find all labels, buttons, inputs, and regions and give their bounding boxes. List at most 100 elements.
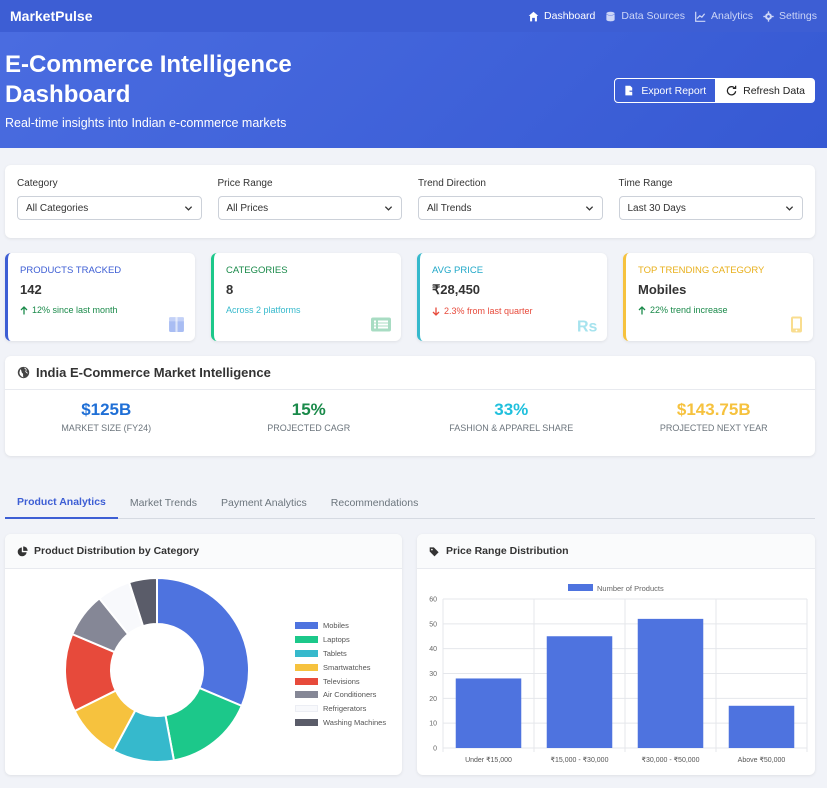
doughnut-slice-mobiles[interactable] [156,576,250,708]
y-tick-label: 40 [429,646,437,653]
legend-item[interactable]: Televisions [295,674,386,688]
price-range-select[interactable]: All Prices [217,196,402,220]
pie-chart-icon [17,545,28,556]
time-range-select[interactable]: Last 30 Days [618,196,803,220]
box-icon [169,317,184,332]
refresh-data-button[interactable]: Refresh Data [716,78,815,103]
legend-label: Refrigerators [323,704,367,714]
bar-chart: Number of Products 0 10 20 30 40 50 60 Under ₹15… [429,584,808,764]
metric-label: MARKET SIZE (FY24) [61,423,152,433]
chart-line-icon [695,11,706,22]
tab-product-analytics[interactable]: Product Analytics [5,486,118,519]
legend-label: Smartwatches [323,662,371,672]
globe-icon [17,366,30,379]
tab-payment-analytics[interactable]: Payment Analytics [209,486,319,519]
filter-label: Category [17,178,58,189]
select-value: All Categories [26,202,89,214]
metric-fashion-share: 33% FASHION & APPAREL SHARE [410,400,613,433]
metric-market-size: $125B MARKET SIZE (FY24) [5,400,208,433]
bar-legend-swatch [568,584,593,591]
stat-label: PRODUCTS TRACKED [20,265,122,276]
stat-value: 142 [20,282,42,297]
market-intelligence-title: India E-Commerce Market Intelligence [36,365,271,380]
chevron-down-icon [585,205,593,211]
nav-link-label: Data Sources [621,10,686,22]
category-select[interactable]: All Categories [17,196,202,220]
stat-card-categories: CATEGORIES 8 Across 2 platforms [211,253,401,341]
stat-sub-text: 2.3% from last quarter [444,306,533,316]
product-distribution-card: Product Distribution by Category Mobiles… [5,534,402,775]
chevron-down-icon [184,205,192,211]
y-tick-label: 20 [429,696,437,703]
market-intelligence-header: India E-Commerce Market Intelligence [5,356,815,390]
stat-card-avg-price: AVG PRICE ₹28,450 2.3% from last quarter… [417,253,607,341]
trend-direction-select[interactable]: All Trends [418,196,603,220]
legend-swatch [295,636,318,644]
bar-1[interactable] [455,678,522,748]
tags-icon [429,546,439,556]
rupee-icon: Rs [577,319,597,334]
bar-legend-label: Number of Products [597,584,664,593]
file-export-icon [625,85,636,96]
page-title: E-Commerce Intelligence Dashboard [5,51,292,108]
legend-item[interactable]: Refrigerators [295,702,386,716]
page-subtitle: Real-time insights into Indian e-commerc… [5,116,287,130]
bar-4[interactable] [728,705,795,748]
legend-swatch [295,718,318,726]
metric-label: FASHION & APPAREL SHARE [449,423,574,433]
x-tick-label: ₹30,000 - ₹50,000 [642,756,700,764]
metric-value: 15% [291,400,326,419]
y-tick-label: 30 [429,671,437,678]
filter-category: Category All Categories [17,178,202,225]
y-tick-label: 50 [429,621,437,628]
y-tick-label: 10 [429,721,437,728]
doughnut-legend: Mobiles Laptops Tablets Smartwatches Televis… [295,619,386,729]
metric-value: $125B [81,400,132,419]
legend-swatch [295,705,318,713]
svg-text:Rs: Rs [577,319,597,334]
mobile-icon [791,316,802,333]
select-value: All Prices [226,202,269,214]
product-distribution-header: Product Distribution by Category [5,534,402,569]
arrow-down-icon [432,307,440,316]
legend-item[interactable]: Laptops [295,633,386,647]
legend-item[interactable]: Washing Machines [295,716,386,730]
stat-value: 8 [226,282,234,297]
hero-actions: Export Report Refresh Data [614,78,815,103]
bar-2[interactable] [546,636,613,748]
nav-link-label: Settings [779,10,817,22]
nav-link-dashboard[interactable]: Dashboard [528,10,595,22]
stat-value: ₹28,450 [432,282,481,297]
legend-item[interactable]: Mobiles [295,619,386,633]
nav-link-analytics[interactable]: Analytics [695,10,753,22]
legend-swatch [295,663,318,671]
filter-label: Trend Direction [418,178,486,189]
stat-sub: Across 2 platforms [226,305,389,315]
price-range-title: Price Range Distribution [446,545,569,557]
database-icon [606,11,616,21]
legend-label: Tablets [323,648,347,658]
brand-logo[interactable]: MarketPulse [10,8,92,24]
legend-label: Mobiles [323,621,349,631]
x-tick-label: Above ₹50,000 [738,756,786,764]
bar-3[interactable] [637,618,704,748]
legend-item[interactable]: Air Conditioners [295,688,386,702]
nav-link-label: Analytics [711,10,754,22]
price-range-card: Price Range Distribution Number of Produ… [417,534,815,775]
x-tick-label: Under ₹15,000 [465,756,512,764]
nav-link-settings[interactable]: Settings [763,10,817,22]
legend-item[interactable]: Tablets [295,647,386,661]
stat-label: AVG PRICE [432,265,484,276]
nav-links: Dashboard Data Sources Analytics Setting… [528,10,817,22]
home-icon [528,11,539,21]
legend-label: Air Conditioners [323,690,377,700]
refresh-data-label: Refresh Data [743,84,805,97]
product-distribution-title: Product Distribution by Category [34,545,200,557]
legend-item[interactable]: Smartwatches [295,660,386,674]
export-report-button[interactable]: Export Report [614,78,717,103]
tab-recommendations[interactable]: Recommendations [319,486,431,519]
tab-market-trends[interactable]: Market Trends [118,486,209,519]
stat-sub: 12% since last month [20,305,183,315]
metric-value: $143.75B [676,400,751,419]
nav-link-data-sources[interactable]: Data Sources [605,10,685,22]
